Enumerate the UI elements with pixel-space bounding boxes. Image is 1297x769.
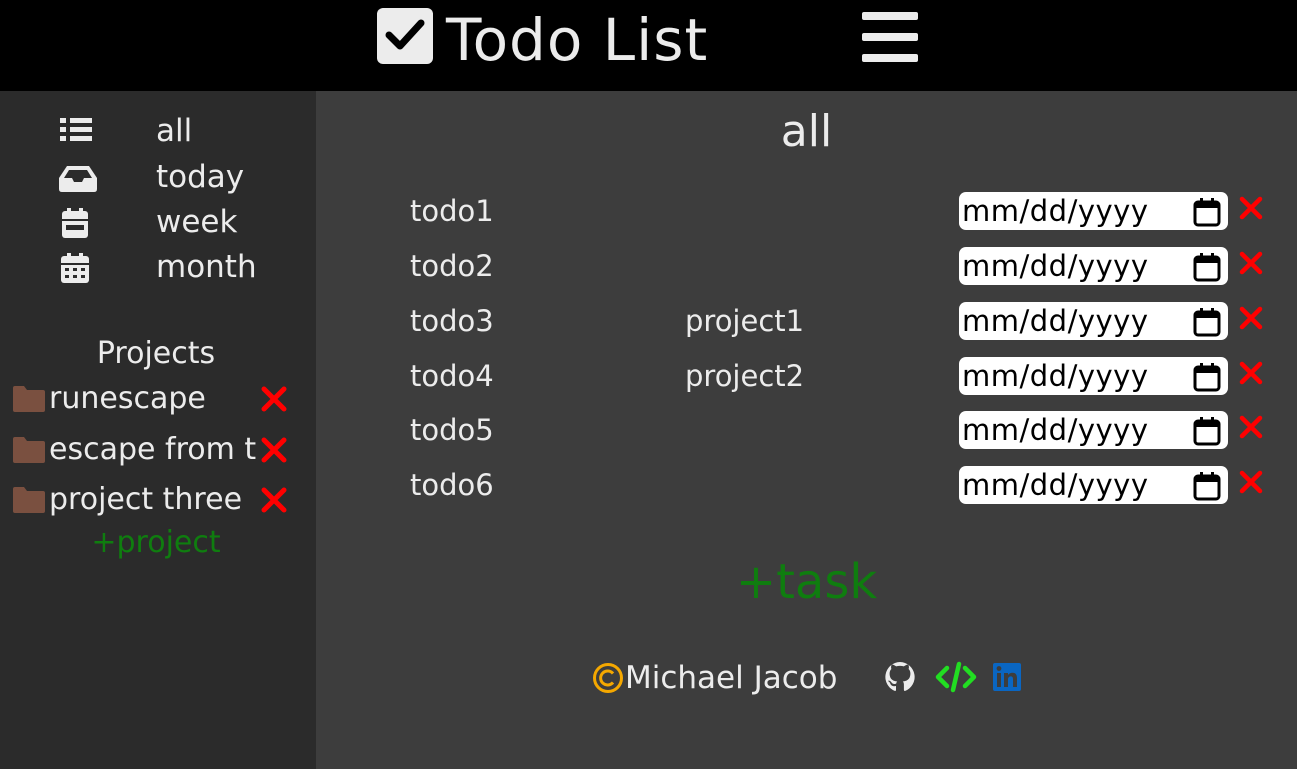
- due-date-input[interactable]: mm/dd/yyyy: [959, 192, 1228, 230]
- calendar-icon[interactable]: [1192, 471, 1222, 501]
- checkbox-checked-icon: [377, 8, 433, 64]
- due-date-input[interactable]: mm/dd/yyyy: [959, 411, 1228, 449]
- folder-icon: [13, 437, 45, 463]
- due-date-input[interactable]: mm/dd/yyyy: [959, 302, 1228, 340]
- nav-label-all: all: [156, 113, 193, 149]
- project-label[interactable]: runescape: [49, 379, 257, 419]
- todo-row: todo5 mm/dd/yyyy: [316, 410, 1297, 454]
- calendar-month-icon: [61, 253, 89, 283]
- project-item: runescape: [12, 379, 292, 423]
- calendar-icon[interactable]: [1192, 252, 1222, 282]
- delete-todo-icon[interactable]: [1239, 306, 1263, 330]
- date-placeholder: mm/dd/yyyy: [962, 468, 1149, 502]
- calendar-icon[interactable]: [1192, 307, 1222, 337]
- nav-label-week: week: [156, 204, 238, 240]
- calendar-icon[interactable]: [1192, 362, 1222, 392]
- todo-name[interactable]: todo6: [410, 465, 494, 505]
- nav-label-month: month: [156, 249, 257, 285]
- date-placeholder: mm/dd/yyyy: [962, 194, 1149, 228]
- project-item: project three: [12, 480, 292, 524]
- todo-row: todo4 project2 mm/dd/yyyy: [316, 356, 1297, 400]
- inbox-icon: [59, 166, 97, 192]
- todo-project: project2: [685, 359, 805, 393]
- nav-label-today: today: [156, 159, 245, 195]
- linkedin-icon[interactable]: [992, 660, 1022, 694]
- page-title: all: [780, 106, 833, 157]
- nav-item-week[interactable]: week: [0, 200, 316, 244]
- date-placeholder: mm/dd/yyyy: [962, 304, 1149, 338]
- delete-todo-icon[interactable]: [1239, 251, 1263, 275]
- due-date-input[interactable]: mm/dd/yyyy: [959, 357, 1228, 395]
- sidebar: all today week month Projects runescape …: [0, 91, 316, 769]
- todo-project: project1: [685, 304, 805, 338]
- calendar-week-icon: [62, 208, 88, 238]
- nav-item-month[interactable]: month: [0, 245, 316, 289]
- due-date-input[interactable]: mm/dd/yyyy: [959, 247, 1228, 285]
- todo-row: todo2 mm/dd/yyyy: [316, 246, 1297, 290]
- project-label[interactable]: escape from tarkov: [49, 430, 257, 470]
- due-date-input[interactable]: mm/dd/yyyy: [959, 466, 1228, 504]
- delete-todo-icon[interactable]: [1239, 196, 1263, 220]
- todo-name[interactable]: todo3: [410, 301, 494, 341]
- folder-icon: [13, 487, 45, 513]
- delete-todo-icon[interactable]: [1239, 470, 1263, 494]
- todo-row: todo6 mm/dd/yyyy: [316, 465, 1297, 509]
- calendar-icon[interactable]: [1192, 416, 1222, 446]
- add-task-button[interactable]: +task: [316, 553, 1297, 611]
- code-icon[interactable]: [935, 660, 977, 694]
- todo-name[interactable]: todo2: [410, 246, 494, 286]
- delete-todo-icon[interactable]: [1239, 361, 1263, 385]
- project-label[interactable]: project three: [49, 480, 257, 520]
- todo-name[interactable]: todo4: [410, 356, 494, 396]
- nav-item-all[interactable]: all: [0, 109, 316, 153]
- todo-name[interactable]: todo1: [410, 191, 494, 231]
- nav-item-today[interactable]: today: [0, 155, 316, 199]
- list-icon: [60, 118, 92, 141]
- copyright-icon: [593, 663, 623, 693]
- delete-project-icon[interactable]: [260, 385, 288, 413]
- todo-row: todo1 mm/dd/yyyy: [316, 191, 1297, 235]
- app-title: Todo List: [446, 6, 709, 74]
- add-project-button[interactable]: +project: [0, 524, 312, 562]
- calendar-icon[interactable]: [1192, 197, 1222, 227]
- date-placeholder: mm/dd/yyyy: [962, 249, 1149, 283]
- delete-todo-icon[interactable]: [1239, 415, 1263, 439]
- hamburger-menu-icon[interactable]: [862, 12, 918, 62]
- date-placeholder: mm/dd/yyyy: [962, 359, 1149, 393]
- app-header: Todo List: [0, 0, 1297, 91]
- project-item: escape from tarkov: [12, 430, 292, 474]
- github-icon[interactable]: [884, 660, 916, 694]
- todo-row: todo3 project1 mm/dd/yyyy: [316, 301, 1297, 345]
- projects-heading: Projects: [96, 336, 216, 371]
- delete-project-icon[interactable]: [260, 486, 288, 514]
- date-placeholder: mm/dd/yyyy: [962, 413, 1149, 447]
- delete-project-icon[interactable]: [260, 436, 288, 464]
- author-name: Michael Jacob: [625, 660, 838, 696]
- folder-icon: [13, 386, 45, 412]
- todo-name[interactable]: todo5: [410, 410, 494, 450]
